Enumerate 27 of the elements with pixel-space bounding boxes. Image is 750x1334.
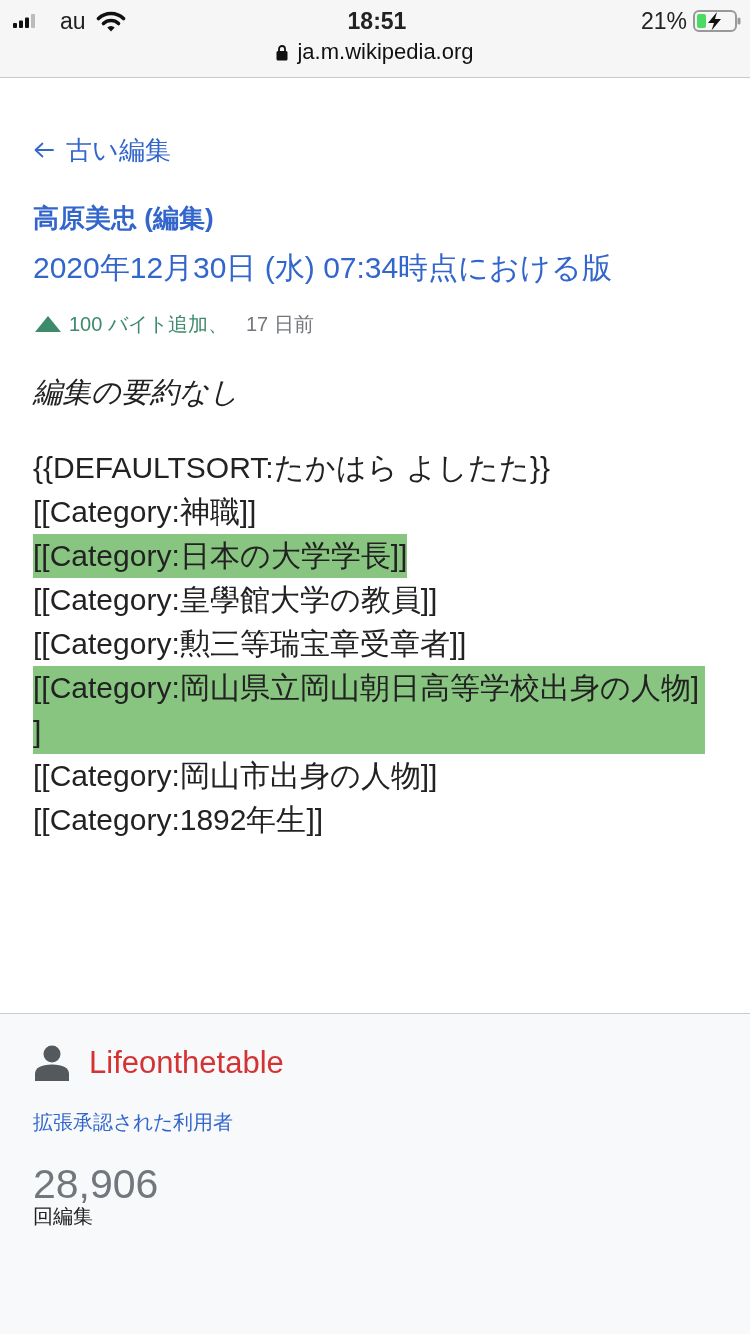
wikitext-line: [[Category:神職]] — [33, 494, 257, 530]
wikitext-line: [[Category:皇學館大学の教員]] — [33, 582, 438, 618]
user-group-link[interactable]: 拡張承認された利用者 — [33, 1108, 233, 1136]
edit-count-label: 回編集 — [33, 1204, 93, 1228]
lock-icon — [276, 43, 289, 61]
wikitext-line: [[Category:勲三等瑞宝章受章者]] — [33, 626, 467, 662]
edit-summary-text: 編集の要約なし — [33, 375, 239, 410]
edit-age-text: 17 日前 — [245, 312, 314, 337]
carrier-name: au — [60, 7, 86, 35]
wikitext-line: {{DEFAULTSORT:たかはら よしたた}} — [33, 450, 551, 486]
battery-percent: 21% — [640, 7, 687, 35]
address-url[interactable]: ja.m.wikipedia.org — [297, 39, 474, 65]
triangle-up-icon — [35, 316, 61, 332]
wikitext-line: [[Category:1892年生]] — [33, 802, 324, 838]
user-icon — [35, 1045, 69, 1081]
wikitext-line: [[Category:岡山市出身の人物]] — [33, 758, 438, 794]
revision-title-link[interactable]: 高原美忠 (編集) — [33, 200, 214, 236]
revision-timestamp-link[interactable]: 2020年12月30日 (水) 07:34時点における版 — [33, 248, 613, 288]
bytes-added-text: 100 バイト追加、 — [69, 312, 228, 337]
older-edit-link[interactable]: 古い編集 — [33, 132, 171, 168]
signal-icon — [13, 14, 36, 28]
edit-count: 28,906 — [33, 1164, 159, 1204]
username-link[interactable]: Lifeonthetable — [89, 1043, 284, 1083]
arrow-left-icon — [34, 142, 54, 158]
battery-charging-icon — [693, 10, 741, 32]
clock-time: 18:51 — [347, 7, 407, 35]
wifi-icon — [95, 10, 126, 32]
